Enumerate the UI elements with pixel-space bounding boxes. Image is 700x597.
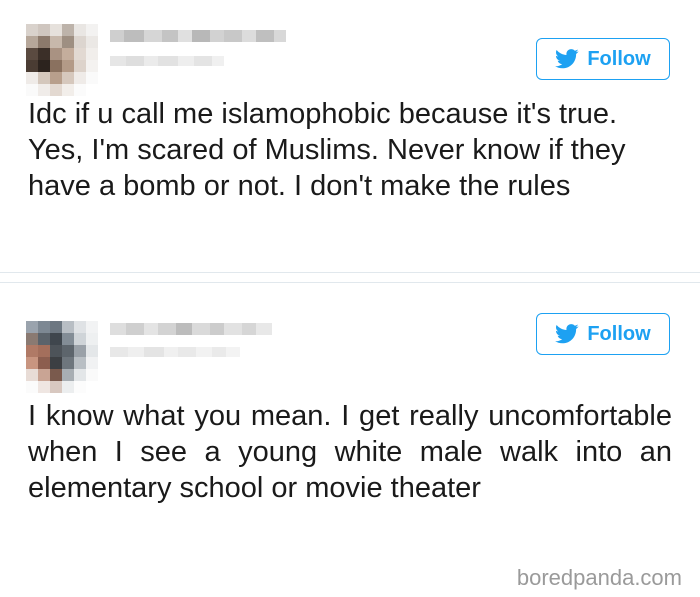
watermark: boredpanda.com [516, 565, 682, 590]
author-name-blurred[interactable] [110, 323, 272, 335]
tweet-card: Follow Idc if u call me islamophobic bec… [0, 0, 700, 273]
follow-button[interactable]: Follow [536, 313, 670, 355]
twitter-bird-icon [555, 49, 579, 69]
tweet-text: I know what you mean. I get really uncom… [28, 400, 672, 504]
author-name-blurred[interactable] [110, 30, 286, 42]
follow-button[interactable]: Follow [536, 38, 670, 80]
tweet-text: Idc if u call me islamophobic because it… [28, 98, 626, 202]
follow-label: Follow [587, 322, 651, 345]
author-handle-blurred [110, 347, 240, 357]
avatar[interactable] [26, 321, 98, 393]
tweet-card: Follow I know what you mean. I get reall… [0, 282, 700, 597]
avatar[interactable] [26, 24, 98, 96]
author-handle-blurred [110, 56, 224, 66]
twitter-bird-icon [555, 324, 579, 344]
follow-label: Follow [587, 47, 651, 70]
